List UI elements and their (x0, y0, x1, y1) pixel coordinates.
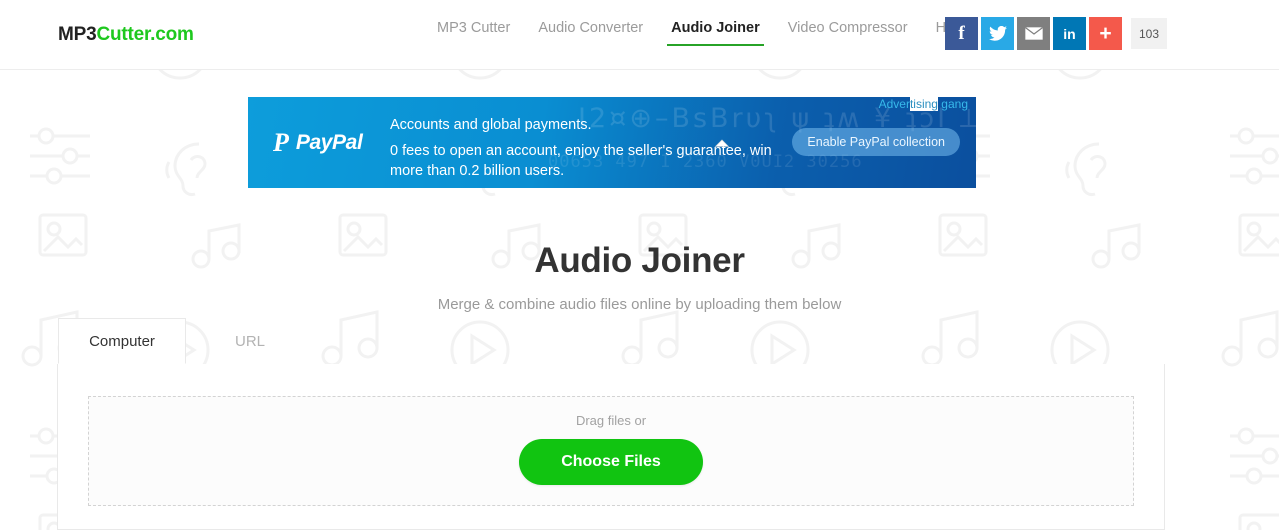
site-logo[interactable]: MP3Cutter.com (58, 24, 194, 46)
email-icon[interactable] (1017, 17, 1050, 50)
site-header: MP3Cutter.com MP3 Cutter Audio Converter… (0, 0, 1279, 70)
tab-computer[interactable]: Computer (58, 318, 186, 364)
facebook-glyph: f (958, 22, 965, 44)
nav-item-mp3-cutter[interactable]: MP3 Cutter (437, 20, 524, 46)
ad-headline: Accounts and global payments. (390, 117, 592, 133)
file-dropzone[interactable]: Drag files or Choose Files (88, 396, 1134, 506)
main-navigation: MP3 Cutter Audio Converter Audio Joiner … (437, 20, 979, 46)
share-count-badge: 103 (1131, 18, 1167, 49)
ad-body-text: 0 fees to open an account, enjoy the sel… (390, 143, 772, 179)
choose-files-button[interactable]: Choose Files (519, 439, 703, 485)
advertising-label-selected: tising (909, 97, 938, 111)
upload-panel: Computer URL Drag files or Choose Files (57, 318, 1165, 530)
logo-text-primary: MP3 (58, 23, 97, 45)
social-share-bar: f in + 103 (945, 17, 1167, 50)
tab-url[interactable]: URL (186, 318, 314, 364)
paypal-ad[interactable]: I2¤⊕–BsBrυʅ ψ ʇʍ ¥ ʇɔI ⟂ ƗT┐ 00653 497 I… (248, 97, 976, 188)
share-plus-icon[interactable]: + (1089, 17, 1122, 50)
hero-section: Audio Joiner Merge & combine audio files… (0, 240, 1279, 313)
nav-item-audio-joiner[interactable]: Audio Joiner (657, 20, 774, 46)
advertising-label-part1: Adver (878, 97, 910, 111)
paypal-logo: P PayPal (273, 128, 363, 157)
enable-paypal-collection-button[interactable]: Enable PayPal collection (792, 128, 960, 156)
facebook-icon[interactable]: f (945, 17, 978, 50)
mouse-cursor-icon (714, 139, 730, 147)
share-plus-glyph: + (1099, 22, 1112, 45)
twitter-icon[interactable] (981, 17, 1014, 50)
nav-item-video-compressor[interactable]: Video Compressor (774, 20, 922, 46)
linkedin-icon[interactable]: in (1053, 17, 1086, 50)
advertisement-banner[interactable]: I2¤⊕–BsBrυʅ ψ ʇʍ ¥ ʇɔI ⟂ ƗT┐ 00653 497 I… (248, 97, 976, 188)
audio-joiner-page: MP3Cutter.com MP3 Cutter Audio Converter… (0, 0, 1279, 530)
advertising-label[interactable]: Advertising gang (879, 97, 968, 111)
nav-item-audio-converter[interactable]: Audio Converter (524, 20, 657, 46)
logo-text-secondary: Cutter.com (96, 23, 194, 45)
page-title: Audio Joiner (534, 241, 745, 280)
advertising-label-part3: gang (937, 97, 968, 111)
paypal-brand-name: PayPal (295, 131, 363, 154)
paypal-mark-icon: P (273, 128, 289, 157)
upload-source-tabs: Computer URL (58, 318, 314, 364)
page-subtitle: Merge & combine audio files online by up… (437, 296, 842, 313)
linkedin-glyph: in (1063, 25, 1076, 42)
dropzone-hint-text: Drag files or (575, 413, 647, 428)
